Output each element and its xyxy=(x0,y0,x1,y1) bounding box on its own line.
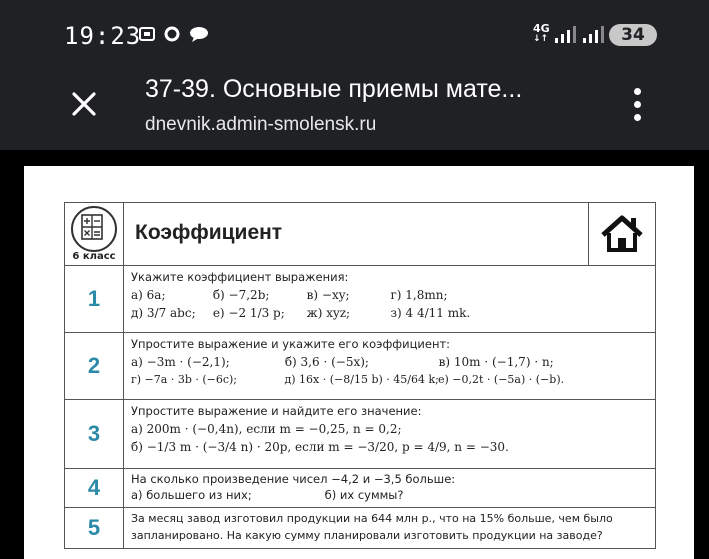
task-item: г) 1,8mn; xyxy=(390,288,448,302)
task-item: з) 4 4/11 mk. xyxy=(390,306,471,320)
task-item: е) −0,2t · (−5a) · (−b). xyxy=(438,373,565,386)
task-question: За месяц завод изготовил продукции на 64… xyxy=(131,512,613,525)
task-item: б) их суммы? xyxy=(324,488,404,502)
task-row: 5 За месяц завод изготовил продукции на … xyxy=(64,508,656,549)
task-number: 2 xyxy=(65,333,124,399)
task-number: 4 xyxy=(65,469,124,507)
math-logo: 6 класс xyxy=(65,203,124,265)
task-question: Упростите выражение и найдите его значен… xyxy=(131,404,422,418)
grade-label: 6 класс xyxy=(72,251,116,262)
task-line: д) 3/7 abc; е) −2 1/3 p; ж) xyz; з) 4 4/… xyxy=(131,304,649,322)
chat-bubble-icon xyxy=(190,27,208,42)
task-question: На сколько произведение чисел −4,2 и −3,… xyxy=(131,472,456,486)
task-item: в) 10m · (−1,7) · n; xyxy=(438,355,554,369)
task-line: а) большего из них; б) их суммы? xyxy=(131,487,649,503)
status-bar: 19:23 4G ↓↑ 34 xyxy=(0,0,709,62)
signal-icon xyxy=(555,26,576,43)
task-row: 1 Укажите коэффициент выражения: а) 6a; … xyxy=(64,266,656,333)
task-item: а) 200m · (−0,4n), если m = −0,25, n = 0… xyxy=(131,422,402,436)
task-line: запланировано. На какую сумму планировал… xyxy=(131,529,603,542)
task-item: б) 3,6 · (−5x); xyxy=(284,355,369,369)
home-button[interactable] xyxy=(588,203,655,265)
task-item: а) −3m · (−2,1); xyxy=(131,355,230,369)
task-number: 5 xyxy=(65,508,124,548)
circle-icon xyxy=(164,26,180,42)
close-icon[interactable] xyxy=(66,86,102,122)
task-row: 4 На сколько произведение чисел −4,2 и −… xyxy=(64,469,656,508)
home-icon xyxy=(601,215,643,252)
task-question: Упростите выражение и укажите его коэффи… xyxy=(131,337,451,351)
page-title: 37-39. Основные приемы мате... xyxy=(145,75,523,103)
task-line: а) 6a; б) −7,2b; в) −xy; г) 1,8mn; xyxy=(131,286,649,304)
task-line: а) −3m · (−2,1); б) 3,6 · (−5x); в) 10m … xyxy=(131,353,649,371)
task-line: г) −7a · 3b · (−6c); д) 16x · (−8/15 b) … xyxy=(131,371,649,389)
task-item: а) 6a; xyxy=(131,288,166,302)
calculator-icon xyxy=(71,206,117,252)
task-item: д) 3/7 abc; xyxy=(131,306,196,320)
network-type: 4G ↓↑ xyxy=(533,22,550,44)
battery-indicator: 34 xyxy=(609,24,657,46)
page-url: dnevnik.admin-smolensk.ru xyxy=(145,114,377,135)
task-row: 3 Упростите выражение и найдите его знач… xyxy=(64,400,656,469)
task-item: г) −7a · 3b · (−6c); xyxy=(131,373,238,386)
task-item: ж) xyz; xyxy=(306,306,351,320)
document-page: 6 класс Коэффициент 1 Укажите коэффициен… xyxy=(24,166,694,559)
task-item: б) −7,2b; xyxy=(212,288,270,302)
task-line: а) 200m · (−0,4n), если m = −0,25, n = 0… xyxy=(131,420,649,438)
task-number: 1 xyxy=(65,266,124,332)
battery-level: 34 xyxy=(621,25,645,45)
task-item: д) 16x · (−8/15 b) · 45/64 k; xyxy=(284,373,439,386)
screenshot-icon xyxy=(139,27,155,41)
worksheet-title: Коэффициент xyxy=(135,221,283,244)
task-item: в) −xy; xyxy=(306,288,350,302)
worksheet: 6 класс Коэффициент 1 Укажите коэффициен… xyxy=(64,202,656,549)
more-options-icon[interactable] xyxy=(626,86,648,126)
task-line: б) −1/3 m · (−3/4 n) · 20p, если m = −3/… xyxy=(131,438,649,456)
task-item: а) большего из них; xyxy=(131,488,252,502)
task-question: Укажите коэффициент выражения: xyxy=(131,270,349,284)
task-item: е) −2 1/3 p; xyxy=(212,306,285,320)
browser-app-bar: 37-39. Основные приемы мате... dnevnik.a… xyxy=(0,62,709,150)
status-time: 19:23 xyxy=(64,22,142,50)
signal-icon xyxy=(583,26,604,43)
task-number: 3 xyxy=(65,400,124,468)
task-row: 2 Упростите выражение и укажите его коэф… xyxy=(64,333,656,400)
task-item: б) −1/3 m · (−3/4 n) · 20p, если m = −3/… xyxy=(131,440,509,454)
worksheet-header: 6 класс Коэффициент xyxy=(64,202,656,266)
